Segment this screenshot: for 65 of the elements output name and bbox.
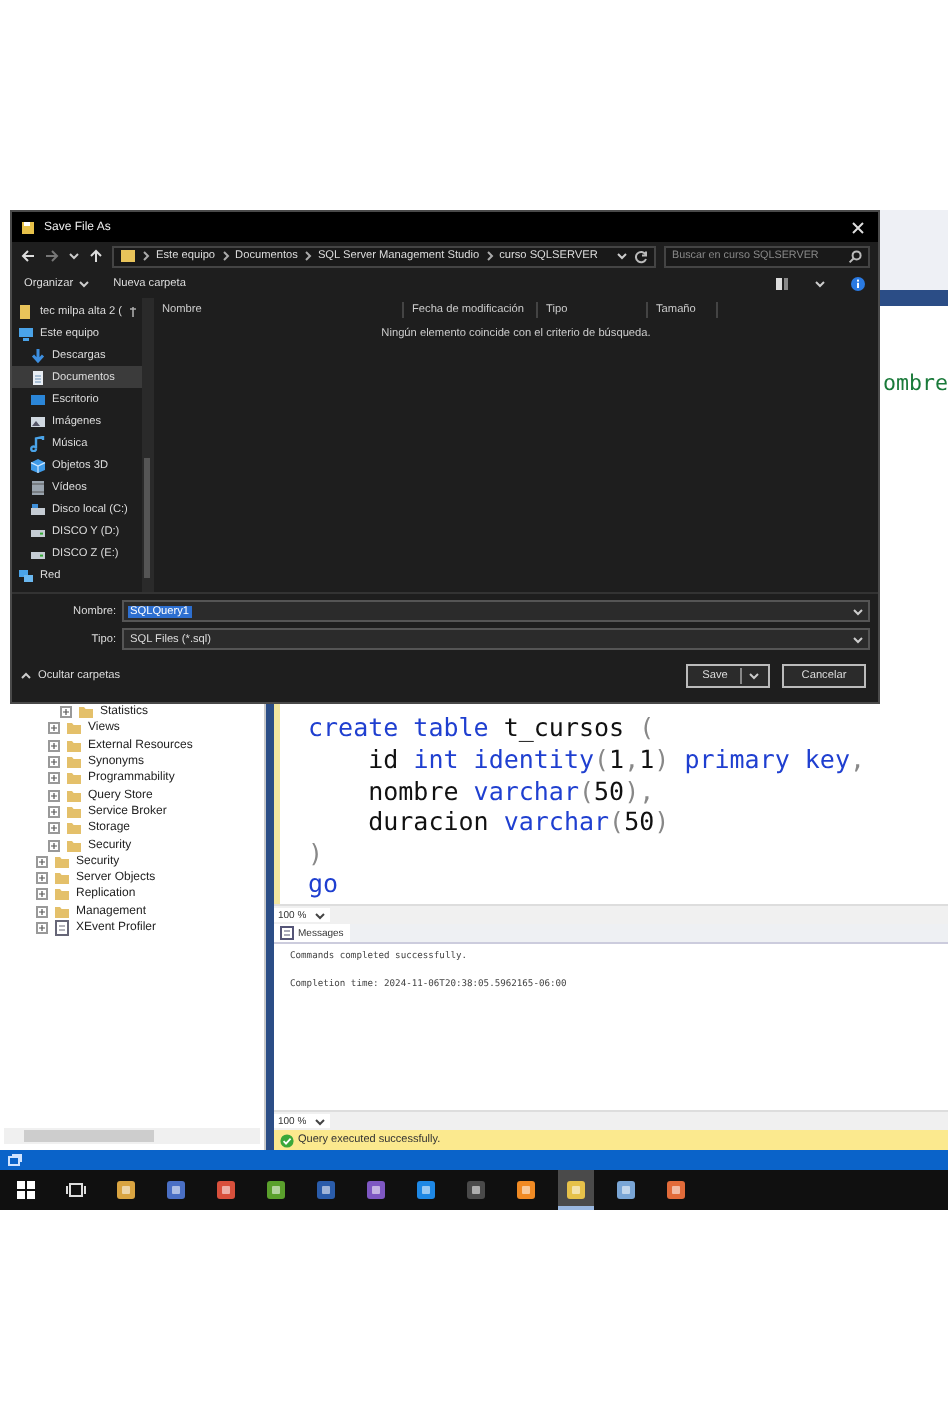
expand-icon[interactable] bbox=[36, 922, 48, 934]
refresh-icon[interactable] bbox=[634, 249, 648, 263]
taskbar-app-button[interactable] bbox=[558, 1170, 594, 1210]
caret-icon bbox=[852, 633, 864, 645]
window-icon bbox=[8, 1154, 22, 1166]
caret-icon bbox=[852, 605, 864, 617]
network-icon bbox=[18, 567, 34, 583]
messages-icon bbox=[280, 926, 294, 940]
image-icon bbox=[30, 413, 46, 429]
expand-icon[interactable] bbox=[36, 888, 48, 901]
close-icon[interactable] bbox=[850, 219, 866, 235]
expand-icon[interactable] bbox=[48, 756, 60, 769]
film-icon bbox=[30, 479, 46, 495]
task-view-icon bbox=[66, 1180, 86, 1200]
check-circle-icon bbox=[280, 1133, 294, 1147]
up-arrow-icon[interactable] bbox=[88, 248, 104, 264]
folder-icon bbox=[120, 248, 136, 264]
code-line: duracion varchar(50) bbox=[366, 806, 672, 838]
caret-icon[interactable] bbox=[814, 278, 826, 290]
caret-icon[interactable] bbox=[616, 250, 628, 262]
code-line: ) bbox=[306, 837, 326, 869]
back-arrow-icon[interactable] bbox=[20, 248, 36, 264]
music-note-icon bbox=[30, 435, 46, 451]
horizontal-scrollbar[interactable] bbox=[4, 1128, 260, 1144]
chevron-icon bbox=[142, 250, 150, 262]
code-line: create table t_cursos ( bbox=[306, 712, 657, 745]
expand-icon[interactable] bbox=[36, 855, 48, 868]
expand-icon[interactable] bbox=[48, 772, 60, 785]
windows-icon bbox=[16, 1180, 36, 1200]
caret-up-icon bbox=[20, 670, 32, 682]
caret-icon[interactable] bbox=[68, 250, 80, 262]
expand-icon[interactable] bbox=[48, 722, 60, 735]
caret-icon bbox=[77, 278, 90, 290]
computer-icon bbox=[18, 325, 34, 341]
expand-icon[interactable] bbox=[36, 905, 48, 918]
folder-icon bbox=[18, 303, 34, 319]
code-line: ombre bbox=[882, 370, 948, 398]
caret-icon bbox=[314, 1115, 327, 1127]
down-arrow-icon bbox=[30, 347, 46, 363]
search-icon bbox=[848, 249, 862, 263]
expand-icon[interactable] bbox=[60, 706, 72, 719]
help-icon[interactable] bbox=[850, 276, 866, 292]
code-line: nombre varchar(50), bbox=[366, 775, 657, 807]
chevron-icon bbox=[485, 250, 494, 262]
code-line: go bbox=[306, 868, 341, 900]
desktop-icon bbox=[30, 391, 46, 407]
document-icon bbox=[54, 920, 70, 936]
document-icon bbox=[30, 369, 46, 385]
cube-icon bbox=[30, 457, 46, 473]
expand-icon[interactable] bbox=[48, 789, 60, 802]
pin-icon bbox=[128, 305, 139, 317]
view-options-icon[interactable] bbox=[774, 276, 790, 292]
chevron-icon bbox=[303, 250, 312, 262]
expand-icon[interactable] bbox=[48, 739, 60, 752]
code-line: id int identity(1,1) primary key, bbox=[366, 744, 868, 776]
caret-icon bbox=[314, 909, 327, 921]
expand-icon[interactable] bbox=[48, 805, 60, 818]
caret-icon bbox=[748, 670, 760, 682]
forward-arrow-icon[interactable] bbox=[44, 248, 60, 264]
expand-icon[interactable] bbox=[48, 822, 60, 835]
save-icon bbox=[20, 219, 36, 235]
expand-icon[interactable] bbox=[48, 839, 60, 852]
chevron-icon bbox=[221, 250, 230, 262]
expand-icon[interactable] bbox=[36, 872, 48, 885]
vertical-scrollbar[interactable] bbox=[142, 298, 152, 592]
